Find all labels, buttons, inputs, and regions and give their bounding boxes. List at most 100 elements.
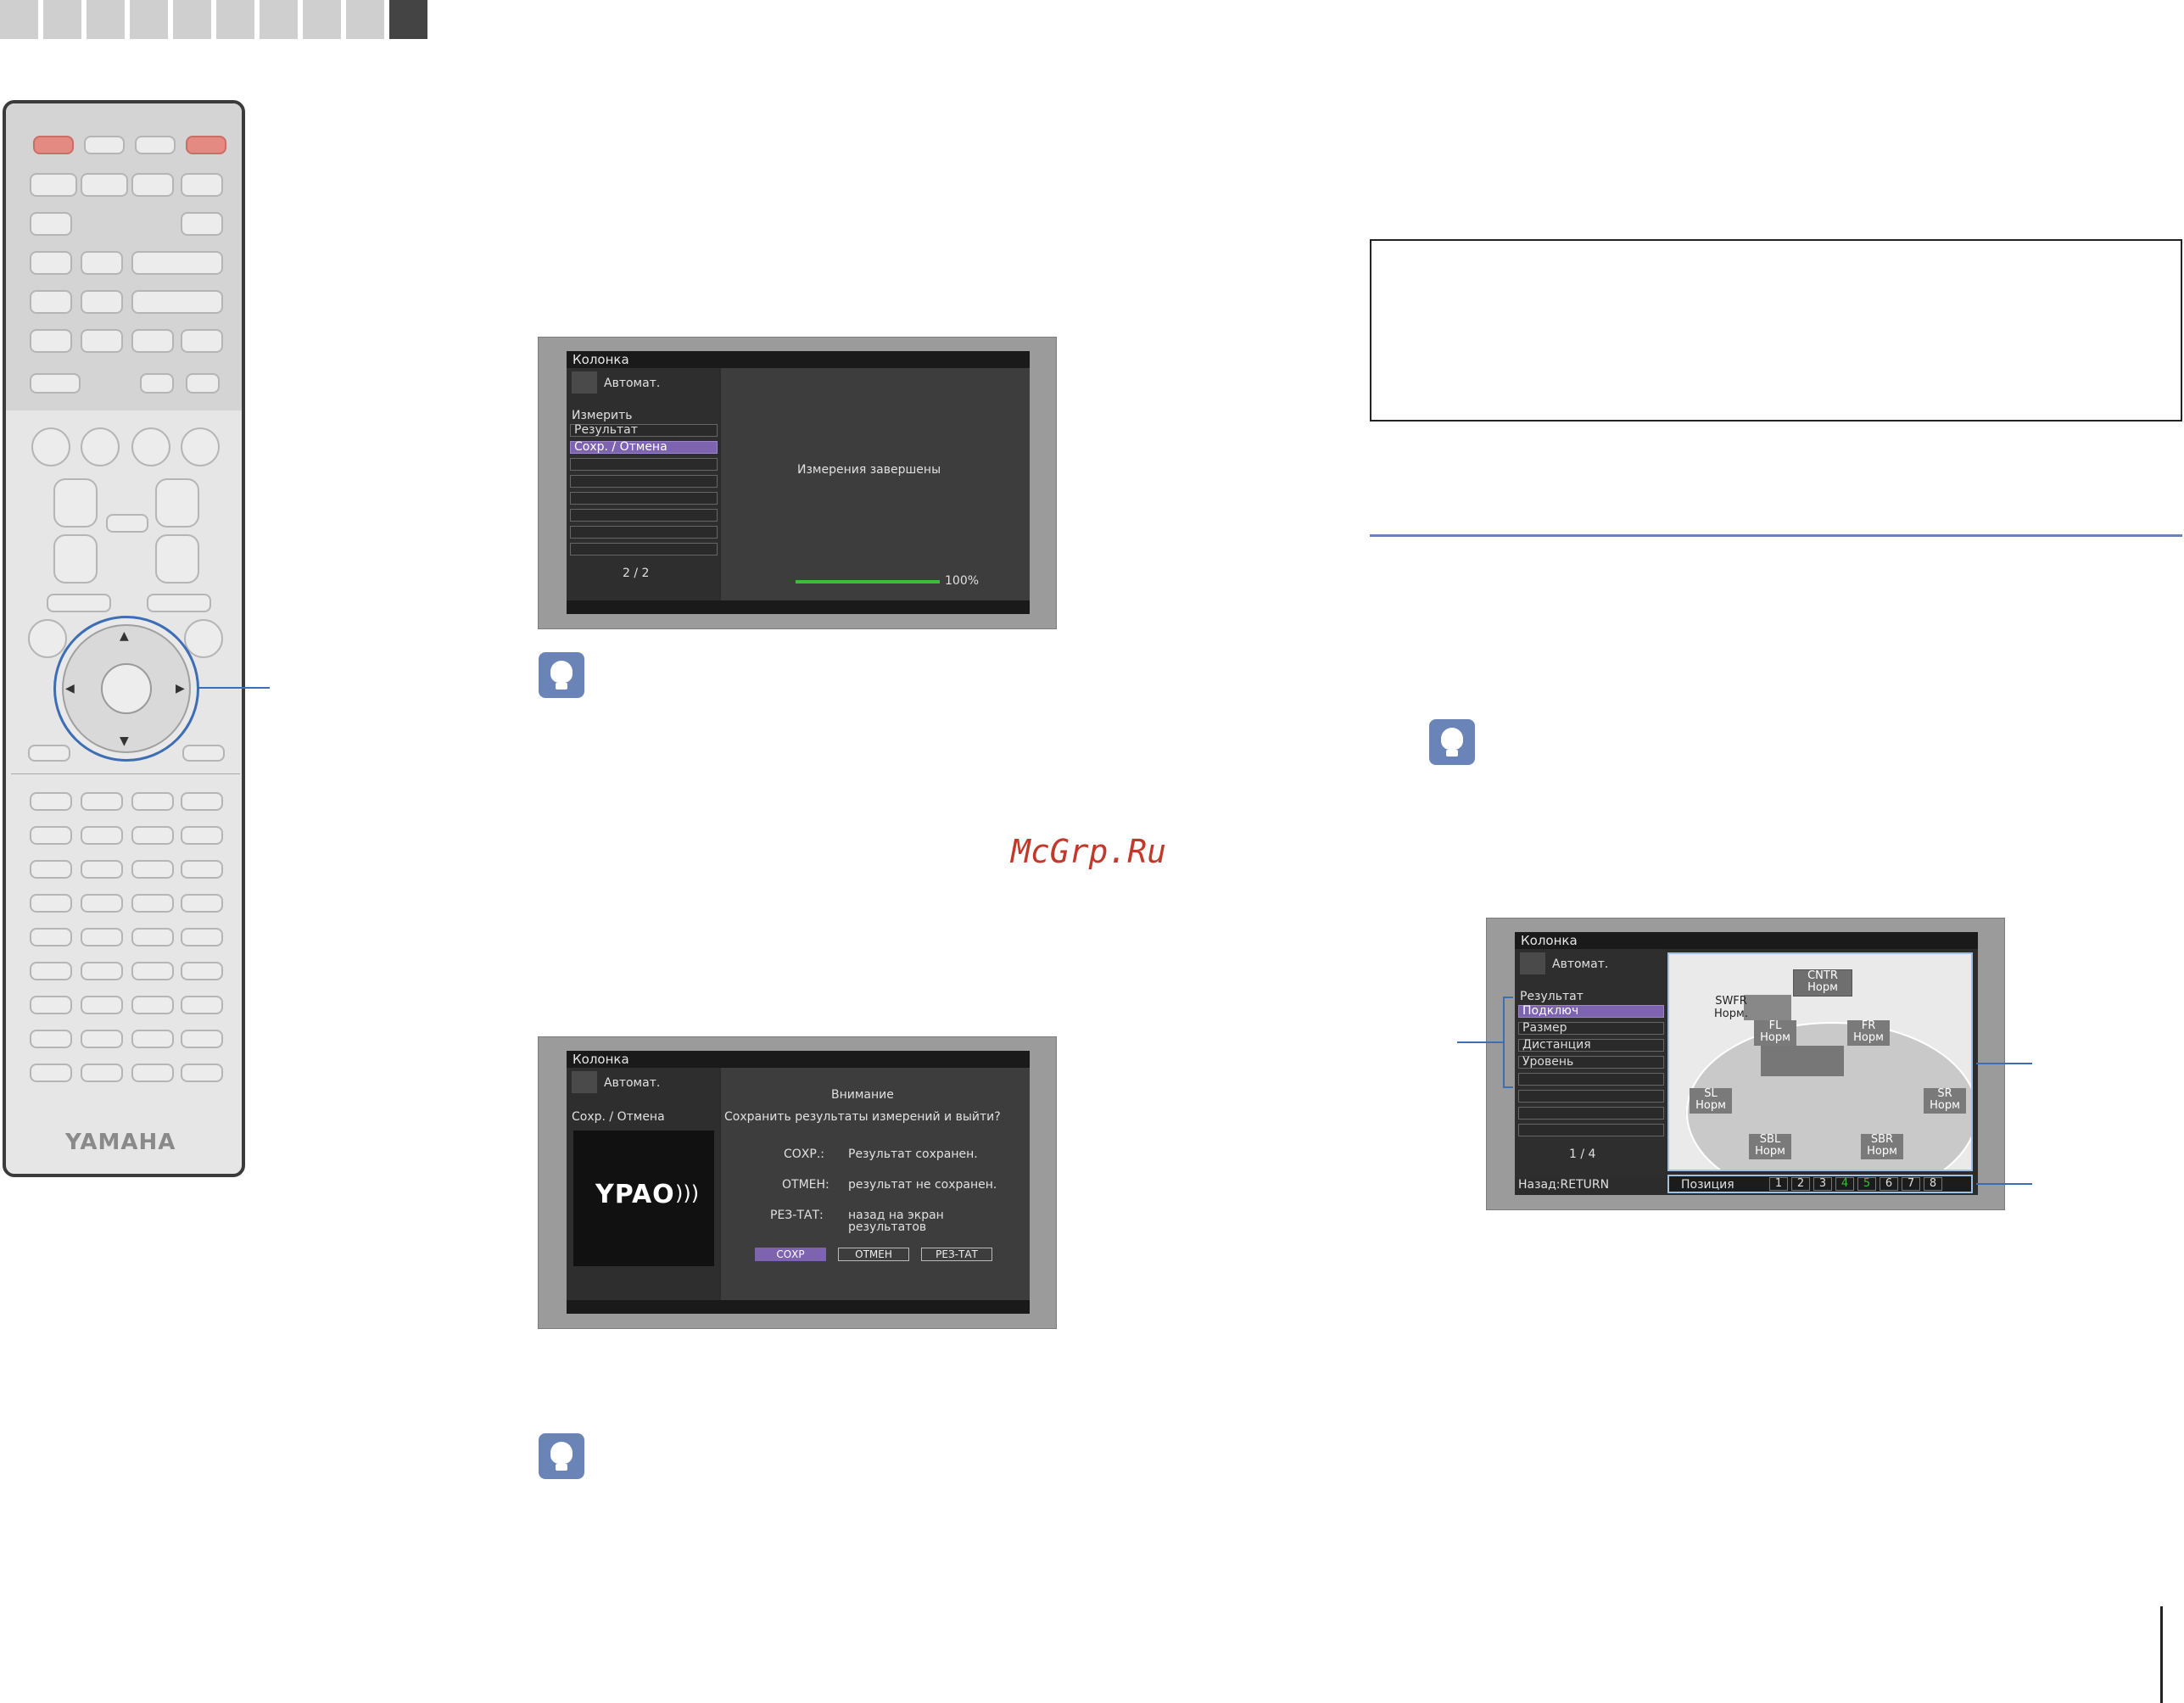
level-up-button[interactable] [131, 1030, 174, 1048]
play-button[interactable] [181, 792, 223, 811]
remote-button[interactable] [30, 1030, 72, 1048]
remote-button[interactable] [181, 212, 223, 236]
stop-button[interactable] [81, 792, 123, 811]
remote-button[interactable] [28, 745, 70, 762]
skip-back-button[interactable] [131, 826, 174, 845]
scene-button[interactable] [131, 427, 170, 466]
cursor-up-icon[interactable]: ▲ [120, 629, 129, 643]
scene-button[interactable] [31, 427, 70, 466]
remote-button[interactable] [182, 745, 225, 762]
skip-forward-button[interactable] [181, 826, 223, 845]
remote-button[interactable] [30, 1064, 72, 1082]
pause-button[interactable] [131, 792, 174, 811]
number-button[interactable] [131, 894, 174, 913]
number-button[interactable] [30, 996, 72, 1014]
menu-item-connection[interactable]: Подключ [1518, 1005, 1664, 1018]
position-slot[interactable]: 3 [1813, 1177, 1832, 1191]
number-button[interactable] [131, 860, 174, 879]
remote-button[interactable] [30, 212, 72, 236]
remote-button[interactable] [186, 373, 220, 394]
remote-button[interactable] [47, 594, 111, 612]
remote-button[interactable] [140, 373, 174, 394]
number-button[interactable] [30, 894, 72, 913]
position-slot[interactable]: 1 [1769, 1177, 1788, 1191]
rewind-button[interactable] [30, 826, 72, 845]
receiver-power-button[interactable] [186, 136, 226, 154]
position-slot[interactable]: 5 [1857, 1177, 1876, 1191]
chapter-tab[interactable] [216, 0, 254, 39]
menu-item-distance[interactable]: Дистанция [1518, 1039, 1664, 1052]
number-button[interactable] [131, 928, 174, 946]
remote-button[interactable] [181, 1030, 223, 1048]
scene-button[interactable] [181, 427, 220, 466]
chapter-tab[interactable] [303, 0, 341, 39]
number-button[interactable] [81, 996, 123, 1014]
level-down-button[interactable] [131, 1064, 174, 1082]
number-button[interactable] [81, 962, 123, 980]
program-up-button[interactable] [53, 478, 98, 528]
number-button[interactable] [81, 894, 123, 913]
number-button[interactable] [30, 860, 72, 879]
remote-button[interactable] [131, 290, 223, 314]
position-slot[interactable]: 7 [1902, 1177, 1920, 1191]
position-slot[interactable]: 4 [1835, 1177, 1854, 1191]
position-slot[interactable]: 2 [1791, 1177, 1810, 1191]
cursor-right-icon[interactable]: ▶ [176, 682, 185, 695]
position-slot[interactable]: 8 [1924, 1177, 1942, 1191]
number-button[interactable] [181, 894, 223, 913]
remote-button[interactable] [181, 329, 223, 353]
menu-item-result[interactable]: Результат [570, 424, 718, 437]
cancel-button[interactable]: ОТМЕН [838, 1248, 909, 1261]
remote-button[interactable] [81, 290, 123, 314]
remote-button[interactable] [30, 792, 72, 811]
number-button[interactable] [81, 860, 123, 879]
chapter-tab[interactable] [43, 0, 81, 39]
chapter-tab[interactable] [87, 0, 125, 39]
menu-item-save-cancel[interactable]: Сохр. / Отмена [570, 441, 718, 454]
remote-button[interactable] [181, 173, 223, 197]
chapter-tab[interactable] [346, 0, 384, 39]
cursor-left-icon[interactable]: ◀ [65, 682, 75, 695]
remote-button[interactable] [131, 329, 174, 353]
remote-button[interactable] [131, 251, 223, 275]
number-button[interactable] [131, 962, 174, 980]
mute-button[interactable] [106, 514, 148, 533]
number-button[interactable] [181, 928, 223, 946]
number-button[interactable] [131, 996, 174, 1014]
remote-button[interactable] [81, 329, 123, 353]
enter-button[interactable] [101, 663, 152, 714]
number-button[interactable] [181, 860, 223, 879]
result-button[interactable]: РЕЗ-ТАТ [921, 1248, 992, 1261]
menu-item-size[interactable]: Размер [1518, 1022, 1664, 1035]
save-button[interactable]: СОХР [755, 1248, 826, 1261]
program-down-button[interactable] [53, 534, 98, 583]
menu-item-level[interactable]: Уровень [1518, 1056, 1664, 1069]
chapter-tab[interactable] [173, 0, 211, 39]
source-button[interactable] [84, 136, 125, 154]
remote-button[interactable] [81, 173, 128, 197]
power-button[interactable] [33, 136, 74, 154]
remote-button[interactable] [30, 290, 72, 314]
chapter-tab[interactable] [0, 0, 38, 39]
remote-switch[interactable] [30, 373, 81, 394]
number-button[interactable] [30, 928, 72, 946]
level-up-button[interactable] [81, 1030, 123, 1048]
remote-button[interactable] [30, 251, 72, 275]
number-button[interactable] [81, 928, 123, 946]
receiver-button[interactable] [135, 136, 176, 154]
chapter-tab[interactable] [260, 0, 298, 39]
remote-button[interactable] [147, 594, 211, 612]
remote-button[interactable] [131, 173, 174, 197]
number-button[interactable] [30, 962, 72, 980]
number-button[interactable] [181, 962, 223, 980]
chapter-tab-active[interactable] [389, 0, 427, 39]
remote-button[interactable] [30, 329, 72, 353]
position-slot[interactable]: 6 [1880, 1177, 1898, 1191]
level-down-button[interactable] [81, 1064, 123, 1082]
remote-button[interactable] [30, 173, 77, 197]
number-button[interactable] [181, 996, 223, 1014]
volume-up-button[interactable] [155, 478, 199, 528]
scene-button[interactable] [81, 427, 120, 466]
cursor-down-icon[interactable]: ▼ [120, 734, 129, 748]
remote-button[interactable] [28, 619, 67, 658]
